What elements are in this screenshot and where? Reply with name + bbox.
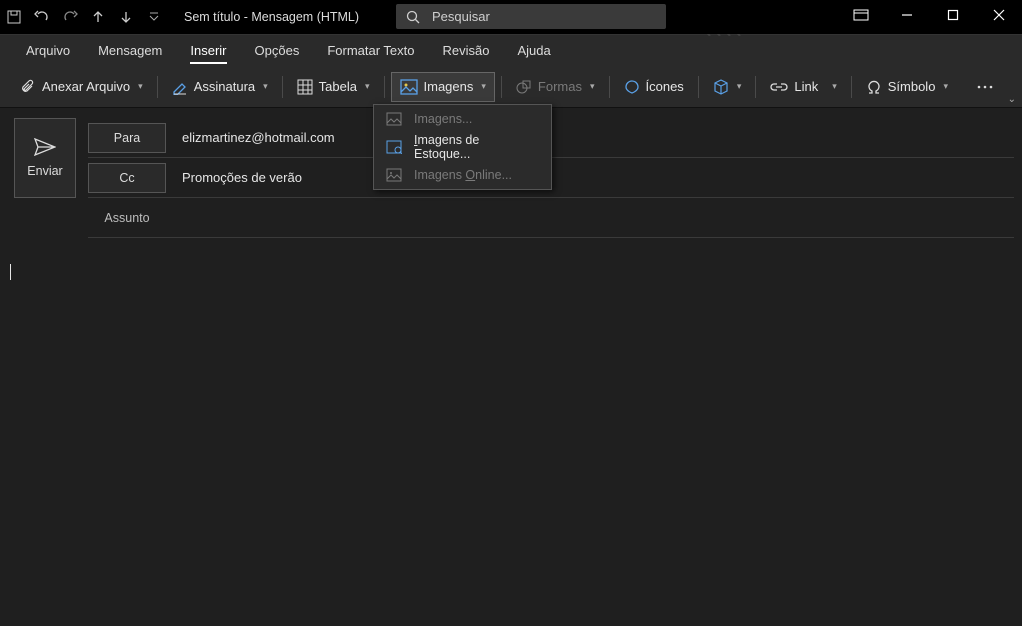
symbol-button[interactable]: Símbolo▾ [858, 72, 956, 102]
signature-button[interactable]: Assinatura▾ [164, 72, 276, 102]
subject-field[interactable] [180, 209, 1014, 226]
dropdown-item-images[interactable]: Imagens... [374, 105, 551, 133]
send-button[interactable]: Enviar [14, 118, 76, 198]
images-label: Imagens [424, 79, 474, 94]
divider [609, 76, 610, 98]
signature-icon [172, 79, 188, 95]
dropdown-item-label: Imagens de Estoque... [414, 133, 539, 161]
divider [282, 76, 283, 98]
qat-customize-button[interactable] [144, 12, 164, 22]
divider [851, 76, 852, 98]
picture-icon [400, 79, 418, 95]
table-button[interactable]: Tabela▾ [289, 72, 378, 102]
tab-arquivo[interactable]: Arquivo [12, 35, 84, 67]
search-box[interactable] [396, 4, 666, 29]
online-picture-icon [386, 168, 402, 182]
next-item-button[interactable] [112, 0, 140, 34]
link-button[interactable]: Link▾ [762, 72, 844, 102]
divider [698, 76, 699, 98]
icons-label: Ícones [646, 79, 684, 94]
to-field[interactable] [180, 129, 1014, 146]
tab-mensagem[interactable]: Mensagem [84, 35, 176, 67]
paperclip-icon [20, 79, 36, 95]
dropdown-item-online-images[interactable]: Imagens Online... [374, 161, 551, 189]
text-cursor [10, 264, 11, 280]
omega-icon [866, 79, 882, 95]
attach-file-label: Anexar Arquivo [42, 79, 130, 94]
link-label: Link [794, 79, 818, 94]
title-bar: Sem título - Mensagem (HTML) [0, 0, 1022, 34]
table-icon [297, 79, 313, 95]
picture-icon [386, 112, 402, 126]
cc-button[interactable]: Cc [88, 163, 166, 193]
tab-ajuda[interactable]: Ajuda [503, 35, 564, 67]
maximize-button[interactable] [930, 0, 976, 30]
models-button[interactable]: ▾ [705, 72, 750, 102]
dropdown-item-label: Imagens Online... [414, 168, 512, 182]
collapse-ribbon-button[interactable]: ⌄ [1008, 94, 1016, 105]
ribbon-overflow-button[interactable] [976, 66, 994, 108]
ribbon-display-button[interactable] [838, 0, 884, 30]
minimize-button[interactable] [884, 0, 930, 30]
dropdown-item-label: Imagens... [414, 112, 472, 126]
window-controls [838, 0, 1022, 34]
icons-icon [624, 79, 640, 95]
subject-label: Assunto [88, 211, 166, 225]
divider [501, 76, 502, 98]
tab-opcoes[interactable]: Opções [241, 35, 314, 67]
redo-button[interactable] [56, 0, 84, 34]
send-label: Enviar [27, 164, 62, 178]
signature-label: Assinatura [194, 79, 255, 94]
send-icon [34, 138, 56, 156]
shapes-icon [516, 79, 532, 95]
icons-button[interactable]: Ícones [616, 72, 692, 102]
to-button[interactable]: Para [88, 123, 166, 153]
images-button[interactable]: Imagens▾ [391, 72, 495, 102]
tab-formatar-texto[interactable]: Formatar Texto [313, 35, 428, 67]
shapes-button[interactable]: Formas▾ [508, 72, 603, 102]
divider [157, 76, 158, 98]
search-input[interactable] [430, 8, 666, 25]
cube-icon [713, 79, 729, 95]
quick-access-toolbar [0, 0, 164, 34]
tab-inserir[interactable]: Inserir [176, 35, 240, 67]
images-dropdown: Imagens... Imagens de Estoque... Imagens… [373, 104, 552, 190]
save-button[interactable] [0, 0, 28, 34]
close-button[interactable] [976, 0, 1022, 30]
symbol-label: Símbolo [888, 79, 936, 94]
link-icon [770, 80, 788, 94]
cc-field[interactable] [180, 169, 1014, 186]
message-body[interactable] [0, 238, 1022, 626]
undo-button[interactable] [28, 0, 56, 34]
ribbon-tabs: Arquivo Mensagem Inserir Opções Formatar… [0, 34, 1022, 66]
subject-row: Assunto [88, 198, 1014, 238]
stock-picture-icon [386, 140, 402, 154]
divider [384, 76, 385, 98]
shapes-label: Formas [538, 79, 582, 94]
attach-file-button[interactable]: Anexar Arquivo▾ [12, 72, 151, 102]
dropdown-item-stock-images[interactable]: Imagens de Estoque... [374, 133, 551, 161]
tab-revisao[interactable]: Revisão [429, 35, 504, 67]
window-title: Sem título - Mensagem (HTML) [184, 10, 359, 24]
ribbon: Anexar Arquivo▾ Assinatura▾ Tabela▾ Imag… [0, 66, 1022, 108]
search-icon [406, 10, 420, 24]
table-label: Tabela [319, 79, 357, 94]
prev-item-button[interactable] [84, 0, 112, 34]
divider [755, 76, 756, 98]
